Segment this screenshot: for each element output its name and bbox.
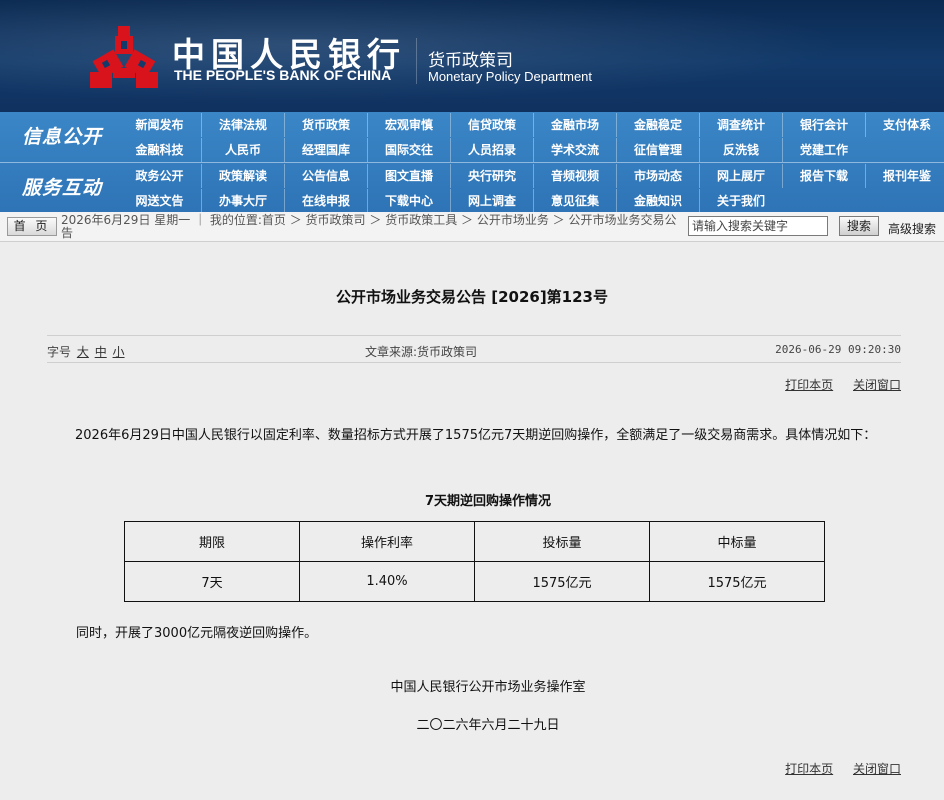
table-header-cell: 期限 <box>124 521 300 562</box>
font-size-label: 字号 <box>47 345 72 359</box>
department-name-en: Monetary Policy Department <box>428 69 593 84</box>
article-datetime: 2026-06-29 09:20:30 <box>775 343 901 356</box>
nav-item[interactable]: 货币政策 <box>284 113 367 137</box>
nav-item[interactable]: 国际交往 <box>367 138 450 162</box>
search-button[interactable]: 搜索 <box>839 216 879 236</box>
main-navigation: 信息公开 新闻发布 法律法规 货币政策 宏观审慎 信贷政策 金融市场 金融稳定 … <box>0 112 944 213</box>
nav-item[interactable]: 公告信息 <box>284 164 367 188</box>
nav-item[interactable]: 金融稳定 <box>616 113 699 137</box>
table-row: 7天 1.40% 1575亿元 1575亿元 <box>124 561 825 602</box>
nav-item[interactable]: 市场动态 <box>616 164 699 188</box>
nav-item[interactable]: 意见征集 <box>533 189 616 213</box>
nav-item[interactable]: 音频视频 <box>533 164 616 188</box>
font-size-large-link[interactable]: 大 <box>77 345 89 359</box>
table-cell: 1575亿元 <box>649 561 825 602</box>
article-source: 文章来源:货币政策司 <box>365 345 478 359</box>
advanced-search-link[interactable]: 高级搜索 <box>888 220 936 237</box>
nav-item[interactable]: 宏观审慎 <box>367 113 450 137</box>
nav-item[interactable]: 学术交流 <box>533 138 616 162</box>
article-tools-bottom: 打印本页 关闭窗口 <box>769 760 901 777</box>
search-input[interactable] <box>688 216 828 236</box>
nav-item[interactable]: 办事大厅 <box>201 189 284 213</box>
breadcrumb-bar: 首 页 2026年6月29日 星期一 ｜ 我的位置:首页 ＞ 货币政策司 ＞ 货… <box>0 212 944 242</box>
table-header-cell: 投标量 <box>474 521 650 562</box>
article-meta-bar: 字号 大 中 小 文章来源:货币政策司 2026-06-29 09:20:30 <box>47 335 901 363</box>
article-paragraph: 2026年6月29日中国人民银行以固定利率、数量招标方式开展了1575亿元7天期… <box>75 428 877 443</box>
nav-item[interactable]: 网上调查 <box>450 189 533 213</box>
nav-item[interactable]: 金融科技 <box>118 138 201 162</box>
nav-item[interactable]: 人民币 <box>201 138 284 162</box>
print-page-link[interactable]: 打印本页 <box>785 762 833 776</box>
nav-row: 政务公开 政策解读 公告信息 图文直播 央行研究 音频视频 市场动态 网上展厅 … <box>118 164 944 188</box>
nav-item[interactable]: 关于我们 <box>699 189 782 213</box>
table-header-cell: 中标量 <box>649 521 825 562</box>
article-tools-top: 打印本页 关闭窗口 <box>769 376 901 393</box>
table-title: 7天期逆回购操作情况 <box>424 494 552 509</box>
close-window-link[interactable]: 关闭窗口 <box>853 378 901 392</box>
signature-organization: 中国人民银行公开市场业务操作室 <box>390 680 586 695</box>
nav-item[interactable]: 图文直播 <box>367 164 450 188</box>
site-header: 中国人民银行 THE PEOPLE'S BANK OF CHINA 货币政策司 … <box>0 0 944 112</box>
breadcrumb: 2026年6月29日 星期一 ｜ 我的位置:首页 ＞ 货币政策司 ＞ 货币政策工… <box>61 213 677 240</box>
operations-table: 期限 操作利率 投标量 中标量 7天 1.40% 1575亿元 1575亿元 <box>124 521 825 602</box>
nav-item[interactable]: 在线申报 <box>284 189 367 213</box>
nav-item[interactable]: 调查统计 <box>699 113 782 137</box>
nav-item[interactable]: 网上展厅 <box>699 164 782 188</box>
nav-item[interactable]: 报刊年鉴 <box>865 164 944 188</box>
nav-item[interactable]: 支付体系 <box>865 113 944 137</box>
article-paragraph: 同时，开展了3000亿元隔夜逆回购操作。 <box>76 626 318 641</box>
nav-section-service: 服务互动 政务公开 政策解读 公告信息 图文直播 央行研究 音频视频 市场动态 … <box>0 162 944 213</box>
nav-item[interactable]: 反洗钱 <box>699 138 782 162</box>
print-page-link[interactable]: 打印本页 <box>785 378 833 392</box>
nav-item[interactable]: 法律法规 <box>201 113 284 137</box>
nav-section-title: 信息公开 <box>21 126 102 148</box>
nav-item[interactable]: 央行研究 <box>450 164 533 188</box>
nav-item[interactable]: 信贷政策 <box>450 113 533 137</box>
table-cell: 1575亿元 <box>474 561 650 602</box>
nav-item[interactable]: 银行会计 <box>782 113 865 137</box>
nav-item[interactable]: 政务公开 <box>118 164 201 188</box>
nav-row: 金融科技 人民币 经理国库 国际交往 人员招录 学术交流 征信管理 反洗钱 党建… <box>118 138 865 162</box>
nav-item[interactable]: 征信管理 <box>616 138 699 162</box>
table-cell: 1.40% <box>299 561 475 602</box>
bank-name-en: THE PEOPLE'S BANK OF CHINA <box>174 67 392 83</box>
signature-date: 二〇二六年六月二十九日 <box>416 718 560 733</box>
department-name-cn: 货币政策司 <box>428 51 513 71</box>
nav-row: 新闻发布 法律法规 货币政策 宏观审慎 信贷政策 金融市场 金融稳定 调查统计 … <box>118 113 944 137</box>
table-cell: 7天 <box>124 561 300 602</box>
nav-item[interactable]: 党建工作 <box>782 138 865 162</box>
home-button[interactable]: 首 页 <box>7 217 57 236</box>
font-size-medium-link[interactable]: 中 <box>95 345 107 359</box>
nav-item[interactable]: 金融知识 <box>616 189 699 213</box>
table-header-row: 期限 操作利率 投标量 中标量 <box>124 521 825 562</box>
nav-item[interactable]: 新闻发布 <box>118 113 201 137</box>
close-window-link[interactable]: 关闭窗口 <box>853 762 901 776</box>
article-title: 公开市场业务交易公告 [2026]第123号 <box>336 288 608 306</box>
font-size-small-link[interactable]: 小 <box>113 345 125 359</box>
nav-section-title: 服务互动 <box>21 177 102 199</box>
nav-section-info: 信息公开 新闻发布 法律法规 货币政策 宏观审慎 信贷政策 金融市场 金融稳定 … <box>0 112 944 162</box>
header-divider <box>416 38 417 84</box>
nav-item[interactable]: 政策解读 <box>201 164 284 188</box>
nav-item[interactable]: 经理国库 <box>284 138 367 162</box>
nav-item[interactable]: 报告下载 <box>782 164 865 188</box>
nav-item[interactable]: 下载中心 <box>367 189 450 213</box>
nav-item[interactable]: 金融市场 <box>533 113 616 137</box>
font-size-selector: 字号 大 中 小 <box>47 343 125 360</box>
pboc-logo-icon[interactable] <box>88 24 160 92</box>
nav-item[interactable]: 网送文告 <box>118 189 201 213</box>
table-header-cell: 操作利率 <box>299 521 475 562</box>
nav-item[interactable]: 人员招录 <box>450 138 533 162</box>
nav-row: 网送文告 办事大厅 在线申报 下载中心 网上调查 意见征集 金融知识 关于我们 <box>118 189 782 213</box>
